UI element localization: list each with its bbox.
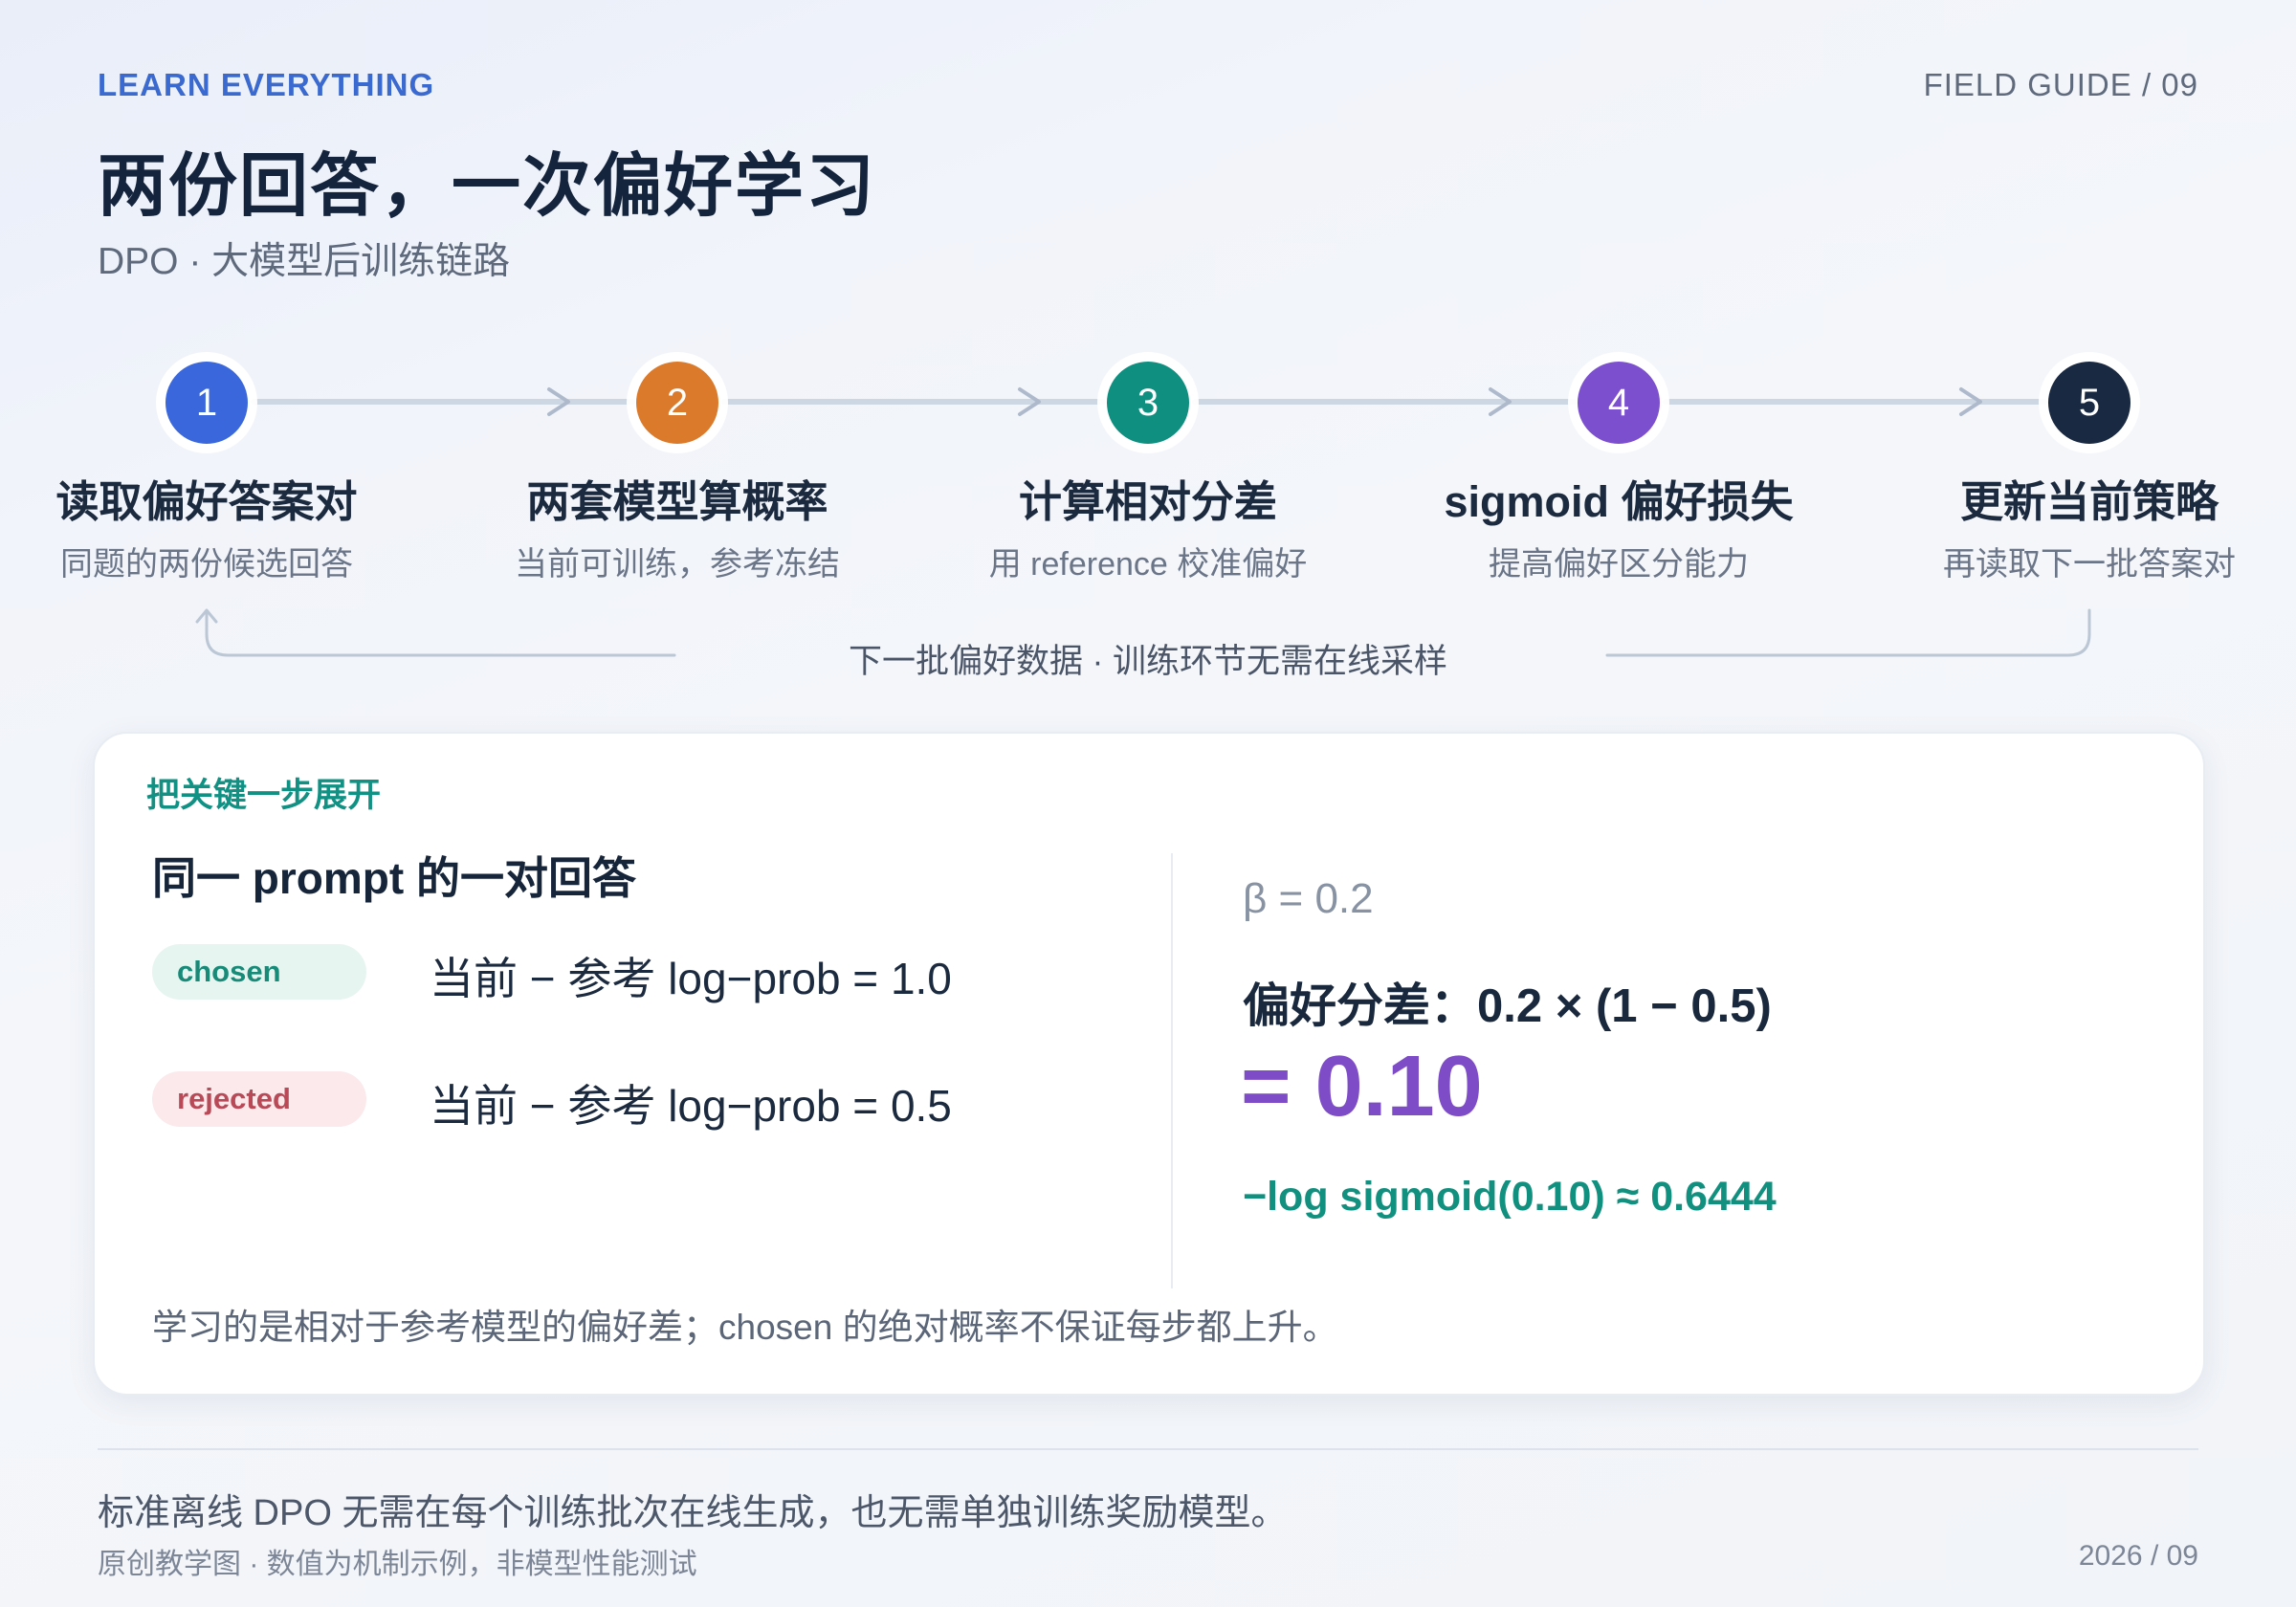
loop-caption: 下一批偏好数据 · 训练环节无需在线采样 <box>848 643 1448 680</box>
connector-3-4 <box>1192 399 1577 405</box>
card-note: 学习的是相对于参考模型的偏好差；chosen 的绝对概率不保证每步都上升。 <box>152 1308 1338 1347</box>
step-title-2: 两套模型算概率 <box>526 477 828 526</box>
step-node-5: 5 <box>2048 362 2130 444</box>
card-divider <box>1171 853 1173 1288</box>
preference-diff: 偏好分差：0.2 × (1 − 0.5) <box>1243 980 1772 1032</box>
footer-date: 2026 / 09 <box>2078 1540 2198 1572</box>
step-node-3: 3 <box>1107 362 1189 444</box>
beta-value: β = 0.2 <box>1243 875 1374 922</box>
card-eyebrow: 把关键一步展开 <box>146 777 382 814</box>
footer-divider <box>98 1448 2198 1450</box>
step-title-3: 计算相对分差 <box>1018 477 1278 526</box>
rejected-equation: 当前 − 参考 log−prob = 0.5 <box>430 1081 952 1131</box>
page-title: 两份回答，一次偏好学习 <box>98 148 877 225</box>
page-subtitle: DPO · 大模型后训练链路 <box>98 241 511 282</box>
arrow-right-icon <box>1489 387 1512 416</box>
step-subtitle-4: 提高偏好区分能力 <box>1489 546 1749 583</box>
arrow-right-icon <box>1959 387 1982 416</box>
connector-4-5 <box>1663 399 2047 405</box>
card-heading: 同一 prompt 的一对回答 <box>152 853 636 903</box>
connector-2-3 <box>721 399 1106 405</box>
diff-result: = 0.10 <box>1241 1039 1483 1134</box>
connector-1-2 <box>251 399 635 405</box>
step-node-2: 2 <box>636 362 718 444</box>
step-subtitle-3: 用 reference 校准偏好 <box>988 546 1308 583</box>
step-title-4: sigmoid 偏好损失 <box>1444 477 1794 526</box>
chosen-badge: chosen <box>152 944 366 1000</box>
arrow-right-icon <box>547 387 570 416</box>
step-subtitle-2: 当前可训练，参考冻结 <box>515 546 840 583</box>
step-node-1: 1 <box>166 362 248 444</box>
eyebrow-label: LEARN EVERYTHING <box>98 67 435 102</box>
field-guide-label: FIELD GUIDE / 09 <box>1923 67 2198 102</box>
step-title-5: 更新当前策略 <box>1959 477 2219 526</box>
step-title-1: 读取偏好答案对 <box>55 477 358 526</box>
step-subtitle-5: 再读取下一批答案对 <box>1943 546 2236 583</box>
loss-value: −log sigmoid(0.10) ≈ 0.6444 <box>1243 1174 1777 1220</box>
footer-statement: 标准离线 DPO 无需在每个训练批次在线生成，也无需单独训练奖励模型。 <box>98 1493 1288 1533</box>
footer-credit: 原创教学图 · 数值为机制示例，非模型性能测试 <box>98 1549 697 1580</box>
rejected-badge: rejected <box>152 1071 366 1127</box>
step-node-4: 4 <box>1578 362 1660 444</box>
arrow-right-icon <box>1018 387 1041 416</box>
detail-card: 把关键一步展开 同一 prompt 的一对回答 chosen 当前 − 参考 l… <box>93 732 2205 1396</box>
step-subtitle-1: 同题的两份候选回答 <box>60 546 353 583</box>
chosen-equation: 当前 − 参考 log−prob = 1.0 <box>430 954 952 1003</box>
